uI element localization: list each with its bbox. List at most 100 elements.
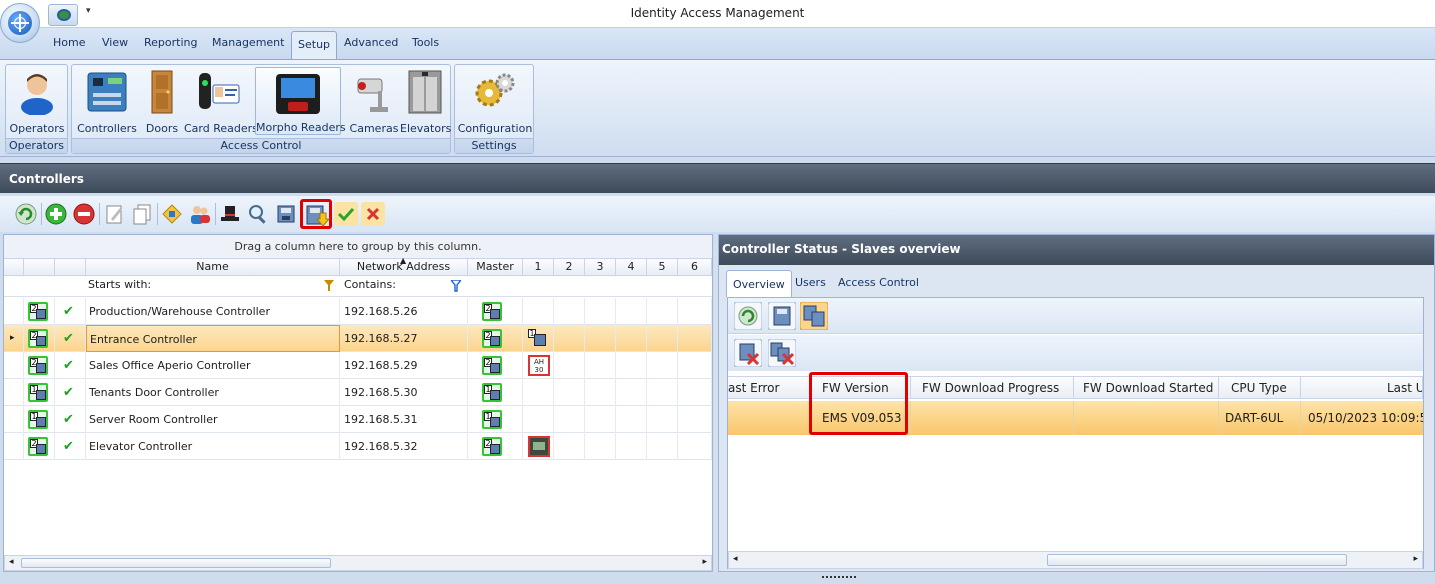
add-button[interactable] (44, 202, 68, 226)
cell-master[interactable]: 2 (468, 352, 523, 379)
scroll-right-icon[interactable]: ▸ (1413, 554, 1418, 564)
status-controller-button[interactable] (767, 301, 797, 331)
cell-slave-5[interactable] (647, 379, 678, 406)
refresh-button[interactable] (14, 202, 38, 226)
group-by-area[interactable]: Drag a column here to group by this colu… (4, 235, 712, 259)
cell-slave-2[interactable] (554, 298, 585, 325)
tab-setup[interactable]: Setup (291, 31, 338, 61)
cell-slave-2[interactable] (554, 325, 585, 352)
cell-slave-6[interactable] (678, 379, 712, 406)
name-filter-mode[interactable]: Starts with: (88, 278, 151, 291)
cell-slave-4[interactable] (616, 352, 647, 379)
table-row[interactable]: 1 ✔ Server Room Controller 192.168.5.31 1 (4, 406, 712, 433)
cell-master[interactable]: 2 (468, 325, 523, 352)
cell-slave-3[interactable] (585, 352, 616, 379)
grid-header-slave-1[interactable]: 1 (523, 259, 554, 276)
grid-header-status[interactable] (24, 259, 55, 276)
cell-slave-6[interactable] (678, 325, 712, 352)
cell-slave-4[interactable] (616, 379, 647, 406)
col-header-cpu-type[interactable]: CPU Type (1219, 377, 1301, 399)
remove-slaves-button[interactable] (767, 338, 797, 368)
cell-master[interactable]: 2 (468, 298, 523, 325)
tools-button[interactable] (218, 202, 242, 226)
quick-access-button[interactable] (48, 4, 78, 26)
grid-header-online[interactable] (55, 259, 86, 276)
confirm-button[interactable] (334, 202, 358, 226)
grid-header-slave-6[interactable]: 6 (678, 259, 712, 276)
users-button[interactable] (188, 202, 212, 226)
grid-header-slave-3[interactable]: 3 (585, 259, 616, 276)
cell-network-address[interactable]: 192.168.5.29 (340, 352, 468, 379)
cell-slave-4[interactable] (616, 406, 647, 433)
cell-slave-4[interactable] (616, 298, 647, 325)
cell-slave-6[interactable] (678, 433, 712, 460)
grid-header-name[interactable]: Name (86, 259, 340, 276)
cell-slave-3[interactable] (585, 433, 616, 460)
address-filter-mode[interactable]: Contains: (344, 278, 396, 291)
cell-slave-6[interactable] (678, 406, 712, 433)
cell-name[interactable]: Production/Warehouse Controller (86, 298, 340, 325)
grid-header-network-address[interactable]: Network Address ▲ (340, 256, 468, 276)
cell-slave-1[interactable] (523, 406, 554, 433)
scrollbar-thumb[interactable] (1047, 554, 1347, 566)
col-header-last-update[interactable]: Last U (1301, 377, 1423, 399)
operators-button[interactable]: Operators (8, 67, 66, 135)
cell-slave-5[interactable] (647, 406, 678, 433)
grid-header-slave-2[interactable]: 2 (554, 259, 585, 276)
status-slaves-button[interactable] (799, 301, 829, 331)
filter-icon[interactable] (324, 280, 334, 292)
cell-slave-1[interactable] (523, 433, 554, 460)
cell-slave-5[interactable] (647, 298, 678, 325)
cell-slave-3[interactable] (585, 298, 616, 325)
tab-reporting[interactable]: Reporting (144, 36, 197, 49)
configuration-button[interactable]: Configuration (457, 67, 533, 135)
tab-tools[interactable]: Tools (412, 36, 439, 49)
cell-name[interactable]: Tenants Door Controller (86, 379, 340, 406)
elevators-button[interactable]: Elevators (400, 67, 451, 135)
cell-slave-6[interactable] (678, 352, 712, 379)
scrollbar-thumb[interactable] (21, 558, 331, 568)
cell-slave-2[interactable] (554, 352, 585, 379)
cell-name[interactable]: Server Room Controller (86, 406, 340, 433)
cell-network-address[interactable]: 192.168.5.30 (340, 379, 468, 406)
cell-slave-3[interactable] (585, 406, 616, 433)
cell-name[interactable]: Entrance Controller (86, 325, 340, 352)
cell-slave-5[interactable] (647, 325, 678, 352)
cell-network-address[interactable]: 192.168.5.26 (340, 298, 468, 325)
assign-button[interactable] (160, 202, 184, 226)
doors-button[interactable]: Doors (144, 67, 180, 135)
cell-slave-3[interactable] (585, 325, 616, 352)
tab-overview[interactable]: Overview (726, 270, 792, 297)
cell-network-address[interactable]: 192.168.5.32 (340, 433, 468, 460)
application-menu-button[interactable] (0, 3, 40, 43)
cell-name[interactable]: Elevator Controller (86, 433, 340, 460)
cell-slave-1[interactable]: AH 30 (523, 352, 554, 379)
scroll-left-icon[interactable]: ◂ (9, 557, 14, 567)
cell-slave-1[interactable]: 1 (523, 325, 554, 352)
remove-controller-button[interactable] (733, 338, 763, 368)
cell-slave-3[interactable] (585, 379, 616, 406)
horizontal-scrollbar[interactable]: ◂ ▸ (4, 555, 712, 571)
filter-icon[interactable] (451, 280, 461, 292)
tab-users[interactable]: Users (795, 276, 826, 289)
firmware-download-button[interactable] (300, 199, 332, 229)
cell-network-address[interactable]: 192.168.5.27 (340, 325, 468, 352)
grid-header-slave-4[interactable]: 4 (616, 259, 647, 276)
grid-header-master[interactable]: Master (468, 259, 523, 276)
search-button[interactable] (246, 202, 270, 226)
cell-slave-4[interactable] (616, 433, 647, 460)
scroll-left-icon[interactable]: ◂ (733, 554, 738, 564)
table-row[interactable]: 2 ✔ Production/Warehouse Controller 192.168… (4, 298, 712, 325)
delete-button[interactable] (72, 202, 96, 226)
cancel-button[interactable] (361, 202, 385, 226)
cell-slave-2[interactable] (554, 433, 585, 460)
quick-access-dropdown-icon[interactable]: ▾ (86, 6, 91, 16)
tab-advanced[interactable]: Advanced (344, 36, 398, 49)
scroll-right-icon[interactable]: ▸ (702, 557, 707, 567)
grid-header-slave-5[interactable]: 5 (647, 259, 678, 276)
col-header-last-error[interactable]: ast Error (728, 377, 811, 399)
morpho-readers-button[interactable]: Morpho Readers (255, 67, 346, 135)
cell-slave-4[interactable] (616, 325, 647, 352)
table-row[interactable]: 2 ✔ Sales Office Aperio Controller 192.168.… (4, 352, 712, 379)
col-header-fw-download-started[interactable]: FW Download Started (1074, 377, 1219, 399)
